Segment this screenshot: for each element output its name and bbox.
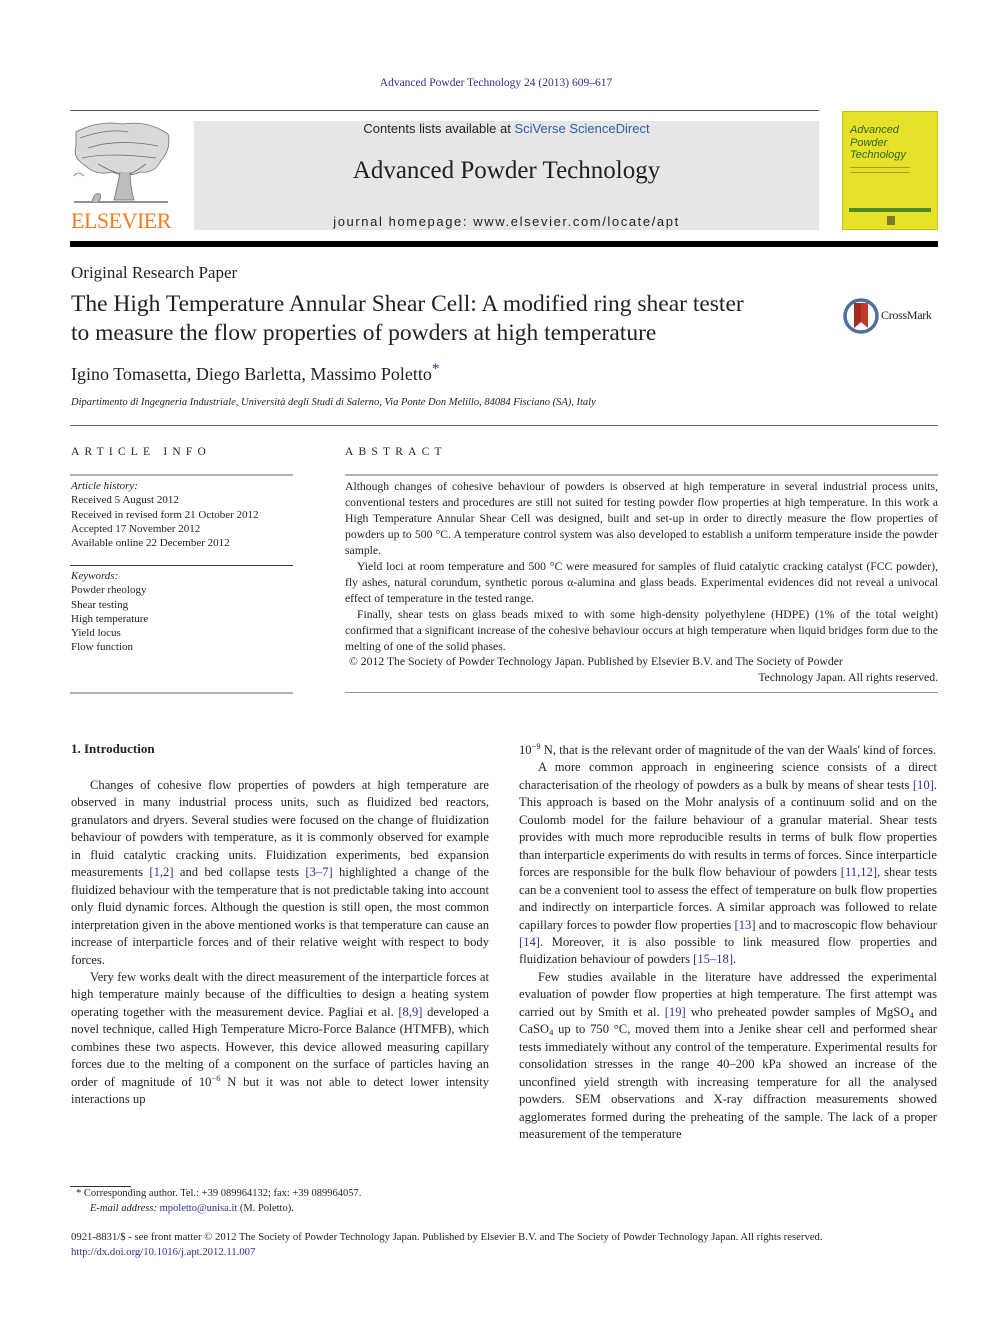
sciencedirect-link[interactable]: SciVerse ScienceDirect bbox=[514, 121, 649, 136]
exponent: −9 bbox=[531, 741, 541, 751]
citation-link[interactable]: [10] bbox=[913, 778, 934, 792]
text-run: and bed collapse tests bbox=[173, 865, 306, 880]
abstract-paragraph: Although changes of cohesive behaviour o… bbox=[345, 480, 938, 557]
citation-link[interactable]: [11,12] bbox=[841, 865, 877, 879]
text-run: and to macroscopic flow behaviour bbox=[755, 917, 937, 932]
citation-link[interactable]: [13] bbox=[735, 918, 756, 932]
affiliation: Dipartimento di Ingegneria Industriale, … bbox=[71, 397, 596, 408]
body-paragraph: 10−9 N, that is the relevant order of ma… bbox=[519, 742, 937, 759]
crossmark-label: CrossMark bbox=[881, 308, 932, 322]
abstract-heading: ABSTRACT bbox=[345, 446, 447, 458]
section-heading-introduction: 1. Introduction bbox=[71, 741, 155, 756]
crossmark-icon bbox=[843, 298, 879, 334]
body-column-left: Changes of cohesive flow properties of p… bbox=[71, 760, 489, 1109]
cover-title-line: Advanced bbox=[850, 124, 899, 136]
citation-link[interactable]: [3–7] bbox=[305, 865, 332, 879]
keyword-item: Shear testing bbox=[71, 598, 129, 611]
issn-line: 0921-8831/$ - see front matter © 2012 Th… bbox=[71, 1231, 823, 1243]
cover-publisher-emblem-icon bbox=[887, 216, 895, 225]
paper-title: The High Temperature Annular Shear Cell:… bbox=[71, 290, 831, 348]
text-run: N, that is the relevant order of magnitu… bbox=[540, 743, 937, 757]
divider bbox=[70, 425, 938, 426]
journal-citation-link[interactable]: Advanced Powder Technology 24 (2013) 609… bbox=[0, 77, 992, 89]
elsevier-wordmark: ELSEVIER bbox=[71, 208, 171, 233]
paper-title-line: The High Temperature Annular Shear Cell:… bbox=[71, 291, 744, 317]
paper-title-line: to measure the flow properties of powder… bbox=[71, 320, 657, 346]
text-run: highlighted a change of the fluidized be… bbox=[71, 865, 489, 967]
history-item: Accepted 17 November 2012 bbox=[71, 522, 201, 535]
divider bbox=[345, 474, 938, 476]
keyword-item: Flow function bbox=[71, 641, 134, 654]
cover-green-bar bbox=[849, 208, 931, 212]
text-run: A more common approach in engineering sc… bbox=[519, 760, 937, 792]
corresponding-author-marker[interactable]: * bbox=[432, 361, 440, 377]
citation-link[interactable]: [1,2] bbox=[149, 865, 173, 879]
keyword-item: Powder rheology bbox=[71, 584, 147, 597]
history-item: Available online 22 December 2012 bbox=[71, 537, 230, 550]
body-paragraph: A more common approach in engineering sc… bbox=[519, 759, 937, 968]
paper-type: Original Research Paper bbox=[71, 263, 238, 282]
footnote-contact: Corresponding author. Tel.: +39 08996413… bbox=[81, 1188, 362, 1199]
article-history-label: Article history: bbox=[71, 480, 138, 492]
text-run: . bbox=[733, 952, 737, 967]
header-rule bbox=[70, 110, 819, 111]
bottom-copyright: 0921-8831/$ - see front matter © 2012 Th… bbox=[71, 1230, 939, 1260]
text-run: . This approach is based on the Mohr ana… bbox=[519, 777, 937, 880]
elsevier-tree-icon bbox=[73, 122, 170, 203]
citation-link[interactable]: [15–18] bbox=[693, 952, 733, 966]
divider bbox=[70, 692, 293, 694]
citation-link[interactable]: [19] bbox=[665, 1005, 686, 1019]
article-info-heading: ARTICLE INFO bbox=[71, 446, 211, 458]
abstract-paragraph: Yield loci at room temperature and 500 °… bbox=[345, 559, 938, 605]
keyword-item: Yield locus bbox=[71, 627, 121, 640]
authors-text: Igino Tomasetta, Diego Barletta, Massimo… bbox=[71, 364, 432, 384]
journal-name: Advanced Powder Technology bbox=[352, 157, 661, 184]
abstract-body: Although changes of cohesive behaviour o… bbox=[345, 479, 938, 686]
header-thick-rule bbox=[70, 241, 938, 247]
cover-title-line: Technology bbox=[850, 149, 906, 161]
doi-link[interactable]: http://dx.doi.org/10.1016/j.apt.2012.11.… bbox=[71, 1246, 255, 1258]
divider bbox=[345, 692, 938, 693]
body-paragraph: Very few works dealt with the direct mea… bbox=[71, 969, 489, 1109]
text-run: up to 750 °C, moved them into a Jenike s… bbox=[519, 1022, 937, 1141]
divider bbox=[70, 565, 293, 566]
article-history: Article history: Received 5 August 2012 … bbox=[71, 479, 301, 550]
journal-cover-thumbnail[interactable]: Advanced Powder Technology bbox=[842, 111, 938, 230]
keywords: Keywords: Powder rheology Shear testing … bbox=[71, 569, 301, 655]
corresponding-author-footnote: * Corresponding author. Tel.: +39 089964… bbox=[76, 1185, 496, 1216]
journal-masthead: Contents lists available at SciVerse Sci… bbox=[194, 121, 819, 230]
cover-title: Advanced Powder Technology bbox=[850, 124, 906, 162]
crossmark-button[interactable]: CrossMark bbox=[843, 298, 943, 334]
keywords-label: Keywords: bbox=[71, 570, 119, 582]
history-item: Received in revised form 21 October 2012 bbox=[71, 508, 259, 521]
cover-title-line: Powder bbox=[850, 136, 888, 149]
body-paragraph: Changes of cohesive flow properties of p… bbox=[71, 777, 489, 969]
divider bbox=[70, 474, 293, 476]
citation-link[interactable]: [14] bbox=[519, 935, 540, 949]
body-paragraph: Few studies available in the literature … bbox=[519, 969, 937, 1144]
cover-subtitle-lines bbox=[850, 167, 910, 173]
abstract-copyright: © 2012 The Society of Powder Technology … bbox=[349, 655, 843, 669]
contents-prefix: Contents lists available at bbox=[363, 121, 515, 136]
author-list: Igino Tomasetta, Diego Barletta, Massimo… bbox=[71, 361, 440, 385]
contents-line: Contents lists available at SciVerse Sci… bbox=[194, 121, 819, 136]
email-label: E-mail address: bbox=[90, 1203, 160, 1214]
citation-link[interactable]: [8,9] bbox=[398, 1005, 422, 1019]
body-column-right: 10−9 N, that is the relevant order of ma… bbox=[519, 742, 937, 1143]
elsevier-logo[interactable]: ELSEVIER bbox=[68, 118, 174, 234]
text-run: 10 bbox=[519, 743, 532, 757]
keyword-item: High temperature bbox=[71, 612, 149, 625]
abstract-paragraph: Finally, shear tests on glass beads mixe… bbox=[345, 607, 938, 653]
email-link[interactable]: mpoletto@unisa.it bbox=[160, 1203, 238, 1214]
history-item: Received 5 August 2012 bbox=[71, 494, 179, 507]
text-run: who preheated powder samples of MgSO bbox=[685, 1004, 910, 1019]
abstract-copyright-cont: Technology Japan. All rights reserved. bbox=[758, 671, 938, 685]
journal-homepage-link[interactable]: journal homepage: www.elsevier.com/locat… bbox=[194, 214, 819, 229]
email-suffix: (M. Poletto). bbox=[237, 1203, 294, 1214]
